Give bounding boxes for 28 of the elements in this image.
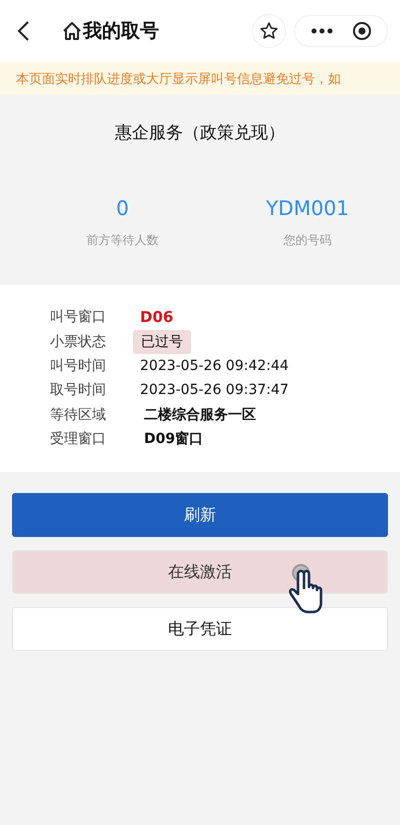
more-icon[interactable] [310, 28, 332, 34]
detail-value: D06 [140, 308, 174, 326]
notice-text: 本页面实时排队进度或大厅显示屏叫号信息避免过号，如 [16, 70, 341, 88]
stat-label: 您的号码 [284, 232, 332, 249]
action-button[interactable]: 在线激活 [12, 550, 388, 594]
detail-label: 受理窗口 [50, 430, 107, 448]
detail-label: 等待区域 [50, 406, 107, 424]
close-mini-program-icon[interactable] [352, 21, 372, 41]
detail-label: 取号时间 [50, 381, 107, 400]
detail-label: 叫号窗口 [50, 308, 107, 326]
service-title: 惠企服务（政策兑现） [115, 122, 285, 144]
action-button[interactable]: 刷新 [12, 493, 388, 537]
detail-value: 二楼综合服务一区 [143, 406, 256, 424]
detail-value: 2023-05-26 09:42:44 [140, 358, 289, 374]
back-icon[interactable] [16, 20, 30, 42]
detail-value: 2023-05-26 09:37:47 [140, 382, 289, 398]
action-button[interactable]: 电子凭证 [12, 607, 388, 651]
detail-label: 叫号时间 [50, 356, 107, 375]
detail-label: 小票状态 [50, 332, 107, 351]
star-icon [259, 21, 279, 41]
stat-label: 前方等待人数 [86, 232, 158, 249]
page-title: 我的取号 [83, 19, 159, 44]
status-badge: 已过号 [133, 330, 191, 354]
favorite-button[interactable] [252, 14, 286, 48]
stat-value: YDM001 [266, 196, 350, 220]
home-icon [62, 21, 82, 41]
stat-value: 0 [116, 196, 129, 220]
detail-value: D09窗口 [143, 430, 204, 448]
